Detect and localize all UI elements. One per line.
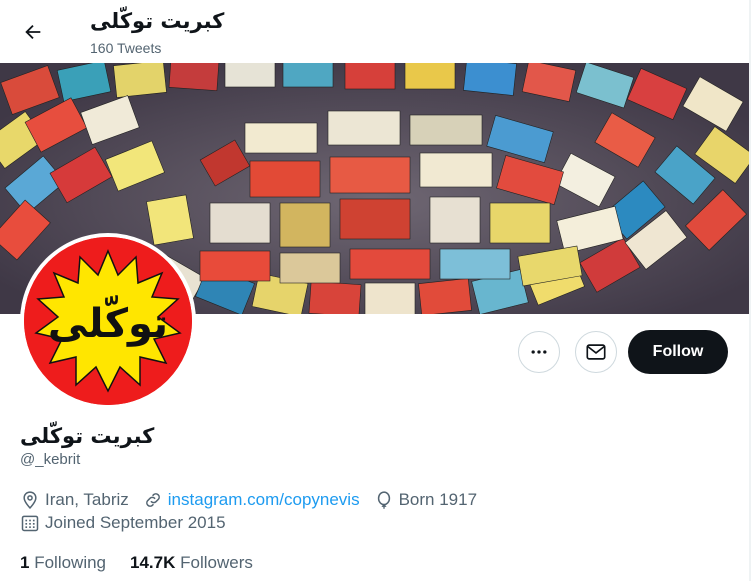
- born-item: Born 1917: [374, 490, 477, 510]
- profile-meta-row: Iran, Tabriz instagram.com/copynevis Bor…: [20, 490, 491, 510]
- joined-item: Joined September 2015: [20, 513, 226, 533]
- tweet-count: 160 Tweets: [90, 40, 162, 56]
- avatar-text: توکّلی: [48, 295, 168, 347]
- following-link[interactable]: 1 Following: [20, 553, 106, 573]
- avatar-image: توکّلی: [24, 237, 192, 405]
- location-text: Iran, Tabriz: [45, 490, 129, 509]
- back-arrow-icon: [25, 24, 41, 40]
- followers-label: Followers: [180, 553, 253, 572]
- joined-row: Joined September 2015: [20, 513, 240, 533]
- mail-icon: [586, 344, 606, 360]
- location-icon: [23, 491, 37, 509]
- user-handle: @_kebrit: [20, 451, 81, 468]
- calendar-icon: [21, 515, 39, 532]
- header-title: کبریت توکّلی: [90, 9, 225, 33]
- link-icon: [145, 493, 160, 507]
- follow-button[interactable]: Follow: [628, 330, 728, 374]
- joined-text: Joined September 2015: [45, 513, 226, 532]
- top-bar: کبریت توکّلی 160 Tweets: [0, 0, 751, 63]
- website-link[interactable]: instagram.com/copynevis: [168, 490, 360, 510]
- more-icon: [531, 350, 547, 354]
- back-button[interactable]: [14, 13, 52, 51]
- following-count: 1: [20, 553, 30, 572]
- balloon-icon: [377, 491, 390, 509]
- location-item: Iran, Tabriz: [20, 490, 129, 510]
- followers-count: 14.7K: [130, 553, 176, 572]
- following-label: Following: [34, 553, 107, 572]
- follow-stats: 1 Following 14.7K Followers: [20, 553, 277, 573]
- starburst-logo-icon: توکّلی: [24, 237, 192, 405]
- website-item: instagram.com/copynevis: [143, 490, 360, 510]
- profile-avatar[interactable]: توکّلی: [20, 233, 196, 409]
- followers-link[interactable]: 14.7K Followers: [130, 553, 253, 573]
- message-button[interactable]: [575, 331, 617, 373]
- more-button[interactable]: [518, 331, 560, 373]
- born-text: Born 1917: [398, 490, 478, 509]
- display-name: کبریت توکّلی: [20, 424, 155, 448]
